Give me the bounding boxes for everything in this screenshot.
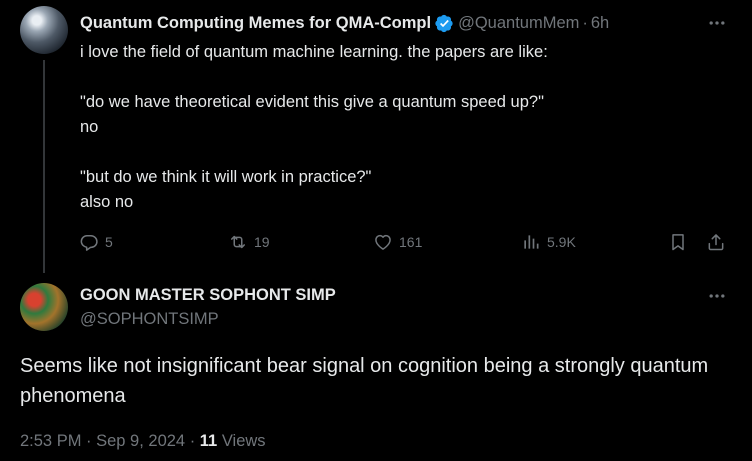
tweet-text-line: "but do we think it will work in practic… xyxy=(80,168,372,186)
tweet-meta: 2:53 PM · Sep 9, 2024 · 11 Views xyxy=(20,432,266,451)
bookmark-button[interactable] xyxy=(668,230,688,254)
reply-icon xyxy=(80,235,98,251)
tweet-text-line: i love the field of quantum machine lear… xyxy=(80,43,548,61)
author-handle[interactable]: @QuantumMem xyxy=(458,14,579,33)
views-button[interactable]: 5.9K xyxy=(521,230,576,254)
views-label: Views xyxy=(217,432,266,450)
repost-button[interactable]: 19 xyxy=(228,230,270,254)
tweet-thread: Quantum Computing Memes for QMA-Compl @Q… xyxy=(0,0,752,461)
author-name[interactable]: GOON MASTER SOPHONT SIMP xyxy=(80,286,336,305)
tweet-time[interactable]: 6h xyxy=(591,14,609,33)
repost-icon xyxy=(231,235,245,249)
share-icon xyxy=(708,234,724,251)
verified-badge-icon[interactable] xyxy=(435,14,454,33)
heart-icon xyxy=(375,234,391,250)
avatar[interactable] xyxy=(20,6,68,54)
avatar[interactable] xyxy=(20,283,68,331)
reply-button[interactable]: 5 xyxy=(79,230,113,254)
reply-count: 5 xyxy=(105,234,113,250)
tweet-actions-bar: 5 19 161 5.9K xyxy=(0,230,752,254)
more-options-button[interactable] xyxy=(706,13,728,33)
views-count: 11 xyxy=(199,432,218,450)
more-horizontal-icon xyxy=(709,294,725,298)
tweet-text-line: also no xyxy=(80,193,134,211)
repost-count: 19 xyxy=(254,234,270,250)
author-handle[interactable]: @SOPHONTSIMP xyxy=(80,310,219,329)
tweet-text: i love the field of quantum machine lear… xyxy=(80,40,720,215)
analytics-bar-icon xyxy=(524,235,539,249)
share-button[interactable] xyxy=(706,230,726,254)
like-count: 161 xyxy=(399,234,423,250)
bookmark-icon xyxy=(672,234,684,251)
tweet-text-line: "do we have theoretical evident this giv… xyxy=(80,93,544,111)
tweet-text: Seems like not insignificant bear signal… xyxy=(20,355,709,407)
separator-dot: · xyxy=(582,13,588,32)
tweet-text-line: no xyxy=(80,118,99,136)
tweet-header: Quantum Computing Memes for QMA-Compl @Q… xyxy=(80,13,732,33)
more-horizontal-icon xyxy=(709,21,725,25)
like-button[interactable]: 161 xyxy=(373,230,422,254)
author-name[interactable]: Quantum Computing Memes for QMA-Compl xyxy=(80,14,431,33)
tweet-timestamp[interactable]: 2:53 PM · Sep 9, 2024 · xyxy=(20,432,200,450)
more-options-button[interactable] xyxy=(706,286,728,306)
view-count: 5.9K xyxy=(547,234,576,250)
